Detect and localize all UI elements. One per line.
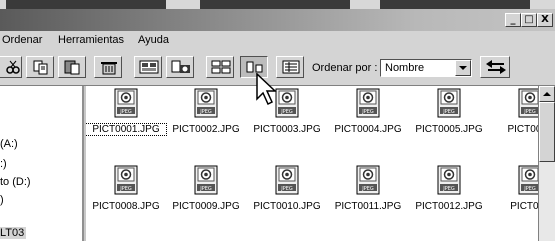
svg-text:JPEG: JPEG	[361, 186, 374, 192]
menu-herramientas[interactable]: Herramientas	[58, 34, 124, 46]
file-name: PICT0011.JPG	[334, 201, 402, 212]
tree-item-drive-e[interactable]: )	[0, 194, 4, 206]
sort-order-button[interactable]	[480, 56, 510, 78]
paste-button[interactable]	[58, 56, 86, 78]
scroll-up-button[interactable]	[539, 86, 555, 102]
svg-text:JPEG: JPEG	[199, 186, 212, 192]
menu-bar: Ordenar Herramientas Ayuda	[0, 31, 555, 51]
cut-icon	[6, 60, 20, 74]
svg-text:JPEG: JPEG	[523, 186, 536, 192]
title-bar: _ □ X	[0, 9, 555, 31]
menu-ayuda[interactable]: Ayuda	[138, 34, 169, 46]
file-item[interactable]: JPEG PICT0008.JPG	[86, 163, 166, 223]
file-name: PICT0004.JPG	[334, 124, 402, 135]
jpeg-file-icon: JPEG	[356, 165, 380, 195]
file-name: PICT0008.JPG	[92, 201, 160, 212]
file-item[interactable]: JPEG PICT0002.JPG	[166, 86, 246, 146]
file-name: PICT0003.JPG	[253, 124, 321, 135]
details-view-icon	[282, 60, 300, 74]
tree-item-selected-folder[interactable]: LT03	[0, 227, 27, 239]
file-name: PICT0002.JPG	[172, 124, 240, 135]
copy-icon	[33, 60, 48, 75]
chevron-down-icon[interactable]	[455, 60, 471, 76]
vertical-scrollbar[interactable]	[538, 86, 555, 241]
svg-text:JPEG: JPEG	[361, 109, 374, 115]
svg-text:JPEG: JPEG	[119, 186, 132, 192]
minimize-button[interactable]: _	[505, 13, 521, 27]
file-name: PICT001	[510, 201, 538, 212]
slideshow-button[interactable]	[134, 56, 162, 78]
thumbnail-view-button[interactable]	[206, 56, 234, 78]
file-name: PICT0010.JPG	[253, 201, 321, 212]
sort-by-dropdown[interactable]: Nombre	[380, 59, 472, 77]
sort-by-value: Nombre	[385, 62, 425, 74]
folder-tree-pane[interactable]: (A:) :) to (D:) ) LT03	[0, 86, 84, 241]
jpeg-file-icon: JPEG	[114, 88, 138, 118]
file-item[interactable]: JPEG PICT0011.JPG	[328, 163, 408, 223]
jpeg-file-icon: JPEG	[437, 165, 461, 195]
camera-button[interactable]	[166, 56, 194, 78]
jpeg-file-icon: JPEG	[437, 88, 461, 118]
jpeg-file-icon: JPEG	[356, 88, 380, 118]
file-name: PICT0001.JPG	[86, 123, 167, 136]
tree-item-drive-a[interactable]: (A:)	[0, 138, 18, 150]
jpeg-file-icon: JPEG	[194, 165, 218, 195]
menu-ordenar[interactable]: Ordenar	[2, 34, 42, 46]
cut-button[interactable]	[0, 56, 22, 78]
file-item[interactable]: JPEG PICT001	[490, 163, 538, 223]
slideshow-icon	[139, 60, 159, 74]
file-name: PICT0012.JPG	[415, 201, 483, 212]
file-item[interactable]: JPEG PICT0010.JPG	[247, 163, 327, 223]
svg-text:JPEG: JPEG	[442, 186, 455, 192]
file-item[interactable]: JPEG PICT0012.JPG	[409, 163, 489, 223]
maximize-button[interactable]: □	[521, 13, 537, 27]
thumbnail-view-icon	[211, 60, 231, 74]
jpeg-file-icon: JPEG	[194, 88, 218, 118]
svg-text:JPEG: JPEG	[280, 186, 293, 192]
file-item[interactable]: JPEG PICT0006	[490, 86, 538, 146]
file-name: PICT0006	[507, 124, 538, 135]
paste-icon	[64, 60, 80, 75]
scrollbar-thumb[interactable]	[539, 102, 555, 162]
file-item[interactable]: JPEG PICT0001.JPG	[86, 86, 167, 146]
copy-button[interactable]	[26, 56, 54, 78]
sort-order-icon	[486, 60, 506, 74]
file-item[interactable]: JPEG PICT0009.JPG	[166, 163, 246, 223]
file-item[interactable]: JPEG PICT0004.JPG	[328, 86, 408, 146]
tree-item-drive-d[interactable]: to (D:)	[0, 176, 31, 188]
svg-text:JPEG: JPEG	[199, 109, 212, 115]
tree-item-drive-c[interactable]: :)	[0, 158, 7, 170]
svg-text:JPEG: JPEG	[119, 109, 132, 115]
sort-label: Ordenar por :	[312, 62, 378, 74]
svg-text:JPEG: JPEG	[280, 109, 293, 115]
jpeg-file-icon: JPEG	[114, 165, 138, 195]
jpeg-file-icon: JPEG	[275, 165, 299, 195]
delete-button[interactable]	[94, 56, 122, 78]
details-view-button[interactable]	[276, 56, 304, 78]
jpeg-file-icon: JPEG	[518, 88, 538, 118]
jpeg-file-icon: JPEG	[518, 165, 538, 195]
camera-icon	[171, 60, 190, 73]
mouse-pointer-icon	[256, 73, 277, 106]
close-button[interactable]: X	[537, 13, 553, 27]
svg-text:JPEG: JPEG	[442, 109, 455, 115]
file-thumbnail-pane[interactable]: JPEG PICT0001.JPG JPEG PICT0002.JPG JPEG PICT…	[86, 86, 538, 241]
file-item[interactable]: JPEG PICT0005.JPG	[409, 86, 489, 146]
delete-icon	[101, 62, 117, 75]
file-name: PICT0009.JPG	[172, 201, 240, 212]
svg-text:JPEG: JPEG	[523, 109, 536, 115]
file-name: PICT0005.JPG	[415, 124, 483, 135]
